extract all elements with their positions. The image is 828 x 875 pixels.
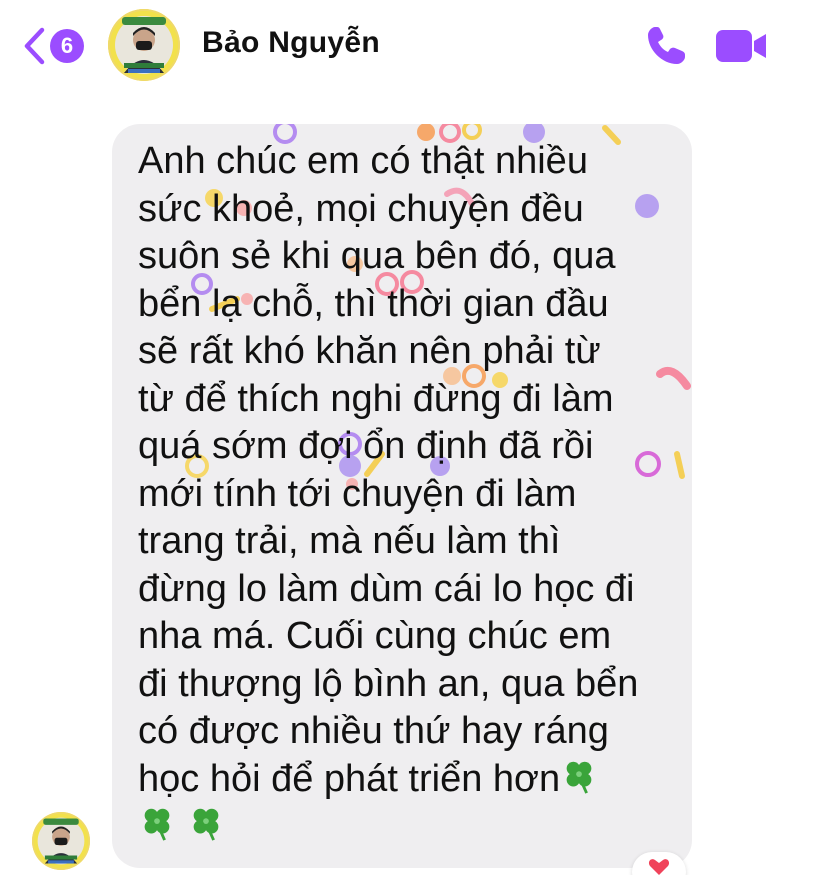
message-line: đừng lo làm dùm cái lo học đi	[138, 567, 635, 610]
profile-avatar-icon	[110, 11, 178, 79]
chat-screen: 6 Bảo Nguyễn Anh chúc em có thật nhiều s…	[0, 0, 828, 875]
emoji-line	[138, 803, 678, 851]
sender-avatar[interactable]	[32, 812, 90, 870]
four-leaf-clover-icon	[193, 808, 218, 841]
profile-avatar-icon	[33, 813, 89, 869]
message-text: Anh chúc em có thật nhiều sức khoẻ, mọi …	[138, 138, 678, 851]
message-line-text: học hỏi để phát triển hơn	[138, 757, 561, 800]
message-line: bển lạ chỗ, thì thời gian đầu	[138, 282, 609, 325]
phone-icon[interactable]	[642, 22, 690, 70]
message-line: Anh chúc em có thật nhiều	[138, 140, 588, 182]
contact-name[interactable]: Bảo Nguyễn	[202, 26, 380, 60]
video-camera-icon[interactable]	[714, 26, 770, 66]
message-line: trang trải, mà nếu làm thì	[138, 520, 561, 562]
message-line: sức khoẻ, mọi chuyện đều	[138, 187, 584, 230]
message-line: có được nhiều thứ hay ráng	[138, 710, 609, 752]
message-line: mới tính tới chuyện đi làm	[138, 472, 577, 515]
four-leaf-clover-icon	[144, 808, 170, 841]
heart-icon	[648, 859, 670, 875]
back-button[interactable]: 6	[22, 22, 84, 70]
unread-count-badge: 6	[50, 29, 84, 63]
reaction-badge[interactable]	[632, 852, 686, 875]
chat-header: 6 Bảo Nguyễn	[0, 0, 828, 92]
message-line: suôn sẻ khi qua bên đó, qua	[138, 235, 616, 277]
message-line: đi thượng lộ bình an, qua bển	[138, 662, 639, 705]
message-line: học hỏi để phát triển hơn	[138, 756, 678, 804]
message-line: nha má. Cuối cùng chúc em	[138, 615, 612, 657]
message-line: quá sớm đợi ổn định đã rồi	[138, 425, 594, 467]
message-line: sẽ rất khó khăn nên phải từ	[138, 330, 601, 372]
contact-avatar[interactable]	[108, 9, 180, 81]
message-line: từ để thích nghi đừng đi làm	[138, 377, 614, 420]
chevron-left-icon	[24, 27, 45, 65]
four-leaf-clover-icon	[566, 761, 592, 794]
message-bubble[interactable]: Anh chúc em có thật nhiều sức khoẻ, mọi …	[112, 124, 692, 868]
